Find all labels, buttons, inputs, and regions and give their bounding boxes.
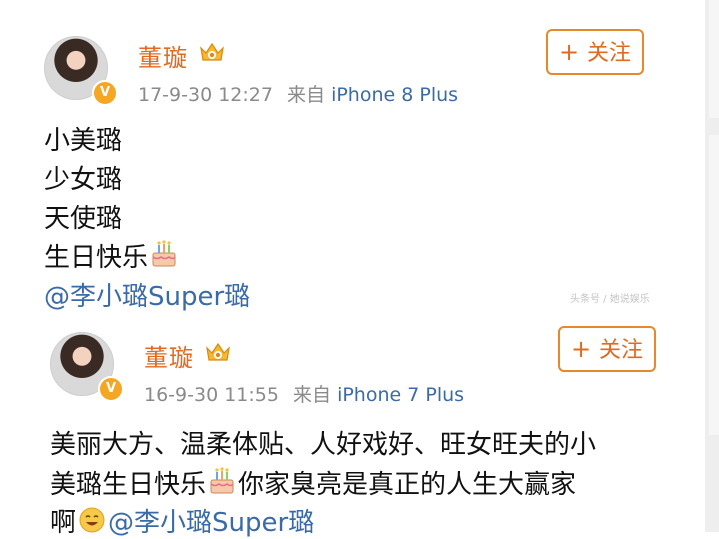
follow-button[interactable]: + 关注 [558, 326, 656, 372]
post-text-line: 少女璐 [44, 165, 123, 195]
plus-icon: + [570, 335, 592, 363]
follow-button[interactable]: + 关注 [546, 29, 644, 75]
source-prefix: 来自 [293, 384, 332, 406]
post-source[interactable]: iPhone 8 Plus [331, 84, 458, 106]
side-strip-block [709, 135, 719, 435]
side-strip-block [709, 0, 719, 118]
verified-badge-icon: V [92, 80, 118, 106]
post-meta: 16-9-30 11:55 来自 iPhone 7 Plus [144, 380, 464, 407]
author-name[interactable]: 董璇 [138, 38, 188, 73]
post-text: 啊 [50, 508, 77, 538]
mention-link[interactable]: @李小璐Super璐 [108, 508, 314, 538]
follow-label: 关注 [599, 338, 644, 363]
post-text: 你家臭亮是真正的人生大赢家 [238, 470, 577, 500]
grin-emoji [79, 507, 105, 533]
vip-crown-icon [206, 342, 230, 361]
plus-icon: + [558, 38, 580, 66]
post-time: 17-9-30 12:27 [138, 84, 273, 106]
source-prefix: 来自 [287, 84, 326, 106]
birthday-cake-emoji [152, 240, 176, 267]
post-text: 美璐生日快乐 [50, 470, 207, 500]
follow-label: 关注 [587, 41, 632, 66]
mention-link[interactable]: @李小璐Super璐 [44, 276, 250, 313]
post-text-line: 啊 @李小璐Super璐 [50, 502, 314, 539]
post-text-line: 生日快乐 [44, 237, 180, 274]
weibo-post-2: V 董璇 16-9-30 11:55 来自 iPhone 7 Plus + 关注 … [0, 320, 705, 538]
verified-badge-icon: V [98, 376, 124, 402]
post-text-line: 天使璐 [44, 204, 123, 234]
post-time: 16-9-30 11:55 [144, 384, 279, 406]
side-scroll-strip [705, 0, 719, 532]
author-name[interactable]: 董璇 [144, 338, 194, 373]
post-text: 生日快乐 [44, 243, 149, 273]
birthday-cake-emoji [210, 467, 234, 494]
post-text-line: 小美璐 [44, 126, 123, 156]
post-text-line: 美丽大方、温柔体贴、人好戏好、旺女旺夫的小 [50, 430, 597, 460]
watermark: 头条号 / 她说娱乐 [570, 294, 650, 305]
post-text-line: 美璐生日快乐 你家臭亮是真正的人生大赢家 [50, 464, 576, 501]
post-source[interactable]: iPhone 7 Plus [337, 384, 464, 406]
weibo-post-1: V 董璇 17-9-30 12:27 来自 iPhone 8 Plus + 关注 … [0, 0, 705, 320]
post-meta: 17-9-30 12:27 来自 iPhone 8 Plus [138, 80, 458, 107]
vip-crown-icon [200, 42, 224, 61]
